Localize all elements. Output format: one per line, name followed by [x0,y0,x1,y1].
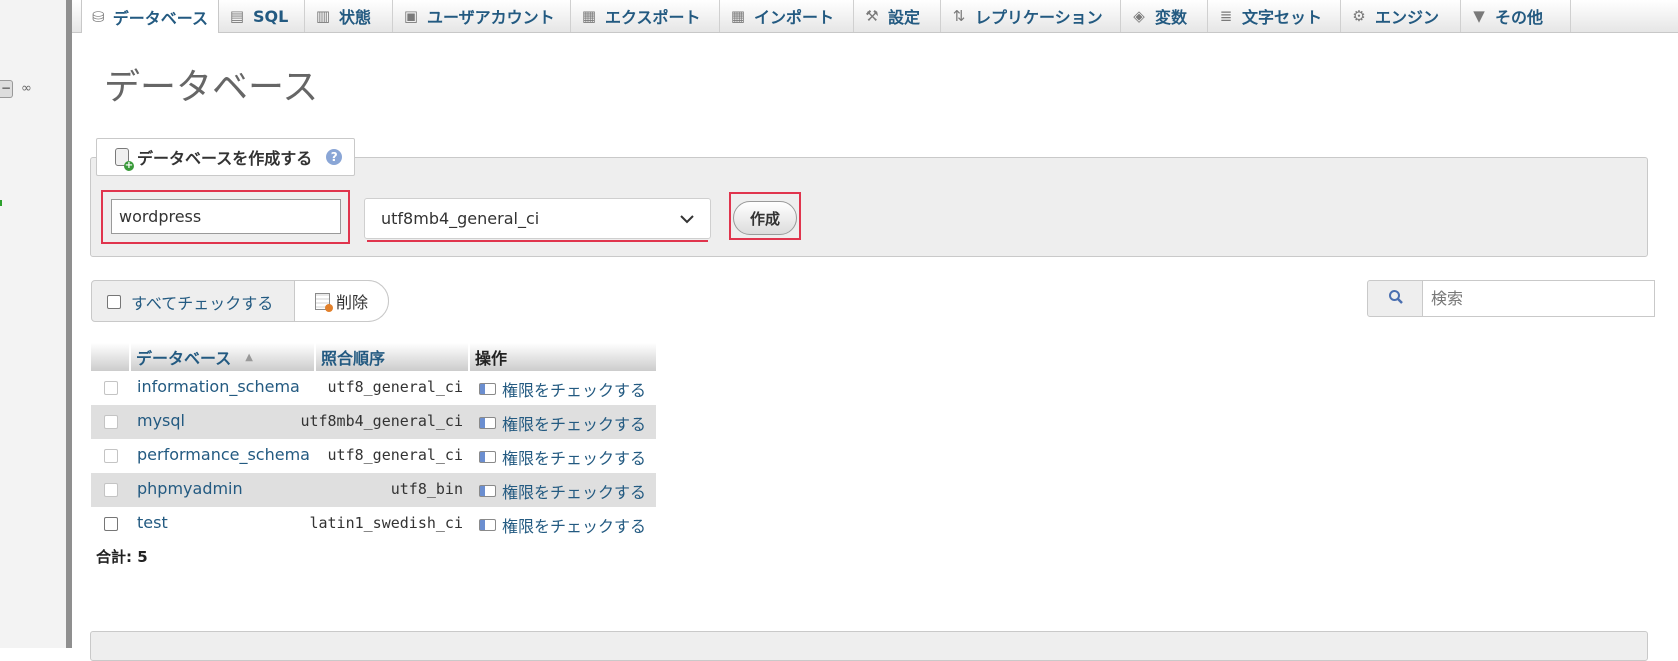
delete-icon [314,292,333,312]
sort-ascending-icon: ▲ [245,351,253,363]
delete-button[interactable]: 削除 [294,280,389,322]
table-row: mysql utf8mb4_general_ci 権限をチェックする [91,405,656,439]
import-icon: ▦ [730,7,746,25]
tab-settings[interactable]: ⚒ 設定 [854,0,941,32]
database-icon: ⛁ [92,7,105,26]
export-icon: ▦ [581,7,597,25]
page-title: データベース [104,67,319,108]
collation-value: utf8mb4_general_ci [300,412,463,430]
search-icon [1388,289,1404,309]
tab-import[interactable]: ▦ インポート [720,0,854,32]
collation-select[interactable]: utf8mb4_general_ci [364,198,711,239]
table-header-action: 操作 [470,343,656,371]
check-all[interactable]: すべてチェックする [107,290,273,314]
database-add-icon [115,148,134,171]
highlight-collation-underline [367,240,708,242]
row-checkbox[interactable] [104,381,118,395]
table-row: test latin1_swedish_ci 権限をチェックする [91,507,656,541]
database-link[interactable]: information_schema [137,377,300,396]
tab-status[interactable]: ▥ 状態 [305,0,393,32]
table-row: performance_schema utf8_general_ci 権限をチェ… [91,439,656,473]
privileges-icon [479,417,496,429]
scroll-marker [0,200,2,206]
table-row: phpmyadmin utf8_bin 権限をチェックする [91,473,656,507]
navigation-panel: − ∞ [0,0,66,648]
collation-value: latin1_swedish_ci [309,514,463,532]
tab-variables[interactable]: ◈ 変数 [1121,0,1208,32]
tab-user-accounts[interactable]: ▣ ユーザアカウント [393,0,571,32]
tab-replication[interactable]: ⇅ レプリケーション [941,0,1121,32]
tab-charsets[interactable]: ≣ 文字セット [1208,0,1341,32]
create-database-legend: データベースを作成する ? [96,138,356,176]
check-privileges-link[interactable]: 権限をチェックする [479,513,646,537]
variables-icon: ◈ [1133,7,1145,25]
engine-icon: ⚙ [1352,7,1366,25]
replication-icon: ⇅ [952,7,966,25]
database-link[interactable]: performance_schema [137,445,310,464]
check-privileges-link[interactable]: 権限をチェックする [479,445,646,469]
tab-more[interactable]: ▼ その他 [1461,0,1571,32]
bottom-panel [90,631,1648,661]
link-with-main-icon[interactable]: ∞ [21,81,32,96]
search-input[interactable] [1422,280,1655,317]
collapse-all-icon[interactable]: − [0,80,13,98]
check-privileges-link[interactable]: 権限をチェックする [479,479,646,503]
database-link[interactable]: phpmyadmin [137,479,243,498]
database-link[interactable]: mysql [137,411,185,430]
chevron-down-icon [680,209,694,228]
caret-down-icon: ▼ [1473,7,1485,25]
table-row: information_schema utf8_general_ci 権限をチェ… [91,371,656,405]
create-button[interactable]: 作成 [733,201,797,235]
sql-icon: ▤ [229,7,245,25]
row-checkbox[interactable] [104,517,118,531]
check-privileges-link[interactable]: 権限をチェックする [479,411,646,435]
users-icon: ▣ [403,7,419,25]
privileges-icon [479,519,496,531]
status-chart-icon: ▥ [315,7,331,25]
row-checkbox[interactable] [104,449,118,463]
collation-value: utf8_general_ci [327,378,463,396]
table-header-checkbox [91,343,129,371]
wrench-icon: ⚒ [865,7,879,25]
privileges-icon [479,485,496,497]
check-privileges-link[interactable]: 権限をチェックする [479,377,646,401]
tab-sql[interactable]: ▤ SQL [219,0,305,32]
total-count: 合計: 5 [96,548,148,566]
database-name-input[interactable] [111,199,341,234]
top-menu-tabs: ⛁ データベース ▤ SQL ▥ 状態 ▣ ユーザアカウント ▦ エクスポート ▦ インポー… [72,0,1678,33]
tab-databases[interactable]: ⛁ データベース [81,0,219,33]
database-link[interactable]: test [137,513,168,532]
privileges-icon [479,383,496,395]
charset-icon: ≣ [1219,7,1233,25]
pane-divider[interactable] [66,0,72,648]
tab-engines[interactable]: ⚙ エンジン [1341,0,1461,32]
row-checkbox[interactable] [104,415,118,429]
check-all-checkbox[interactable] [107,295,121,309]
collation-value: utf8_bin [390,480,463,498]
row-checkbox[interactable] [104,483,118,497]
help-icon[interactable]: ? [326,149,343,165]
table-header-database[interactable]: データベース ▲ [131,343,314,371]
tab-export[interactable]: ▦ エクスポート [571,0,720,32]
table-header-collation[interactable]: 照合順序 [316,343,468,371]
privileges-icon [479,451,496,463]
collation-value: utf8_general_ci [327,446,463,464]
